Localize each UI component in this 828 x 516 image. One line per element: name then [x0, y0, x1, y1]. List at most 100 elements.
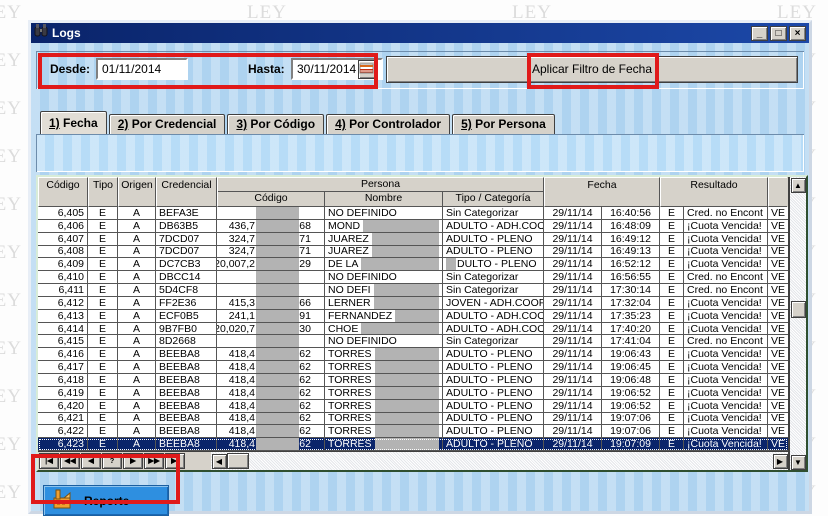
table-row[interactable]: 6,419EABEEBA8418,4462TORRESADULTO - PLEN… [38, 387, 788, 400]
redaction-box [375, 425, 439, 437]
redaction-box [256, 310, 299, 322]
table-row[interactable]: 6,411EA5D4CF8NO DEFISin Categorizar29/11… [38, 284, 788, 297]
scroll-left-button[interactable]: ◀ [212, 454, 227, 469]
cell-fecha: 29/11/14 [544, 361, 602, 373]
redaction-box [256, 374, 299, 386]
close-button[interactable]: × [789, 26, 806, 41]
maximize-button[interactable]: □ [770, 26, 787, 41]
cell-tipo-categoria: ADULTO - PLENO [443, 348, 544, 360]
grid-rows: 6,405EABEFA3ENO DEFINIDOSin Categorizar2… [38, 207, 788, 451]
horizontal-scrollbar[interactable]: ◀ ▶ [211, 452, 788, 470]
table-row[interactable]: 6,410EADBCC14NO DEFINIDOSin Categorizar2… [38, 271, 788, 284]
persona-codigo-left: 418,4 [217, 348, 255, 360]
column-header-credencial[interactable]: Credencial [156, 177, 217, 207]
cell-codigo: 6,415 [38, 335, 88, 347]
cell-nombre: JUAREZ [325, 233, 443, 245]
column-header-tipo[interactable]: Tipo [88, 177, 118, 207]
tab-3[interactable]: 3) Por Código [227, 114, 324, 134]
column-group-persona[interactable]: Persona Código Nombre Tipo / Categoría [217, 177, 544, 207]
tab-1[interactable]: 1) Fecha [40, 111, 107, 134]
column-header-codigo[interactable]: Código [38, 177, 88, 207]
cell-tipo: E [88, 374, 118, 386]
categoria-text: ADULTO - PLENO [446, 387, 533, 399]
cell-hora: 17:32:04 [602, 297, 660, 309]
vertical-scrollbar[interactable]: ▲ ▼ [789, 177, 806, 470]
table-row[interactable]: 6,413EAECF0B5241,1191FERNANDEZADULTO - A… [38, 310, 788, 323]
cell-origen: A [118, 348, 156, 360]
cell-tipo: E [88, 413, 118, 425]
horizontal-scroll-thumb[interactable] [227, 453, 249, 469]
table-row[interactable]: 6,417EABEEBA8418,4462TORRESADULTO - PLEN… [38, 361, 788, 374]
cell-tipo-categoria: Sin Categorizar [443, 207, 544, 219]
redaction-box [361, 323, 439, 335]
watermark-text: LEY [0, 146, 22, 168]
cell-hora: 16:40:56 [602, 207, 660, 219]
table-row[interactable]: 6,416EABEEBA8418,4462TORRESADULTO - PLEN… [38, 348, 788, 361]
tab-label: 5) Por Persona [461, 117, 546, 131]
cell-stub: VE [768, 413, 787, 425]
redaction-box [361, 258, 439, 270]
scroll-down-button[interactable]: ▼ [791, 455, 806, 470]
table-row[interactable]: 6,423EABEEBA8418,4462TORRESADULTO - PLEN… [38, 438, 788, 451]
cell-tipo: E [88, 271, 118, 283]
table-row[interactable]: 6,407EA7DCD07324,7771JUAREZADULTO - PLEN… [38, 233, 788, 246]
table-row[interactable]: 6,422EABEEBA8418,4462TORRESADULTO - PLEN… [38, 425, 788, 438]
cell-tipo: E [88, 207, 118, 219]
cell-resultado-letra: E [660, 335, 684, 347]
nombre-text: TORRES [328, 387, 372, 399]
column-header-persona-codigo[interactable]: Código [218, 192, 325, 206]
column-header-resultado[interactable]: Resultado [660, 177, 768, 207]
redaction-box [256, 271, 299, 283]
cell-codigo: 6,417 [38, 361, 88, 373]
cell-origen: A [118, 387, 156, 399]
cell-tipo-categoria: ADULTO - PLENO [443, 425, 544, 437]
column-header-origen[interactable]: Origen [118, 177, 156, 207]
table-row[interactable]: 6,414EA9B7FB020,020,7030CHOEADULTO - ADH… [38, 323, 788, 336]
scroll-up-button[interactable]: ▲ [791, 178, 806, 193]
cell-hora: 19:06:48 [602, 374, 660, 386]
nombre-text: TORRES [328, 425, 372, 437]
cell-credencial: BEEBA8 [156, 425, 217, 437]
cell-tipo: E [88, 310, 118, 322]
categoria-text: Sin Categorizar [446, 335, 518, 347]
cell-persona-codigo: 418,4462 [217, 413, 325, 425]
watermark-text: LEY [0, 2, 22, 24]
cell-origen: A [118, 284, 156, 296]
table-row[interactable]: 6,409EADC7CB320,007,2029DE LADULTO - PLE… [38, 258, 788, 271]
nombre-text: NO DEFI [328, 284, 371, 296]
cell-fecha: 29/11/14 [544, 323, 602, 335]
cell-fecha: 29/11/14 [544, 400, 602, 412]
tab-2[interactable]: 2) Por Credencial [109, 114, 226, 134]
nombre-text: JUAREZ [328, 233, 369, 245]
minimize-button[interactable]: _ [751, 26, 768, 41]
tab-5[interactable]: 5) Por Persona [452, 114, 555, 134]
table-row[interactable]: 6,418EABEEBA8418,4462TORRESADULTO - PLEN… [38, 374, 788, 387]
table-row[interactable]: 6,406EADB63B5436,7768MONDADULTO - ADH.CO… [38, 220, 788, 233]
table-row[interactable]: 6,420EABEEBA8418,4462TORRESADULTO - PLEN… [38, 400, 788, 413]
table-row[interactable]: 6,421EABEEBA8418,4462TORRESADULTO - PLEN… [38, 413, 788, 426]
cell-origen: A [118, 258, 156, 270]
nombre-text: TORRES [328, 438, 372, 450]
table-row[interactable]: 6,405EABEFA3ENO DEFINIDOSin Categorizar2… [38, 207, 788, 220]
redaction-box [372, 246, 439, 258]
cell-origen: A [118, 297, 156, 309]
table-row[interactable]: 6,412EAFF2E36415,3366LERNERJOVEN - ADH.C… [38, 297, 788, 310]
table-row[interactable]: 6,408EA7DCD07324,7771JUAREZADULTO - PLEN… [38, 246, 788, 259]
cell-origen: A [118, 335, 156, 347]
cell-origen: A [118, 246, 156, 258]
column-header-tipo-categoria[interactable]: Tipo / Categoría [443, 192, 543, 206]
table-row[interactable]: 6,415EA8D2668NO DEFINIDOSin Categorizar2… [38, 335, 788, 348]
watermark-text: LEY [0, 386, 22, 408]
cell-nombre: TORRES [325, 400, 443, 412]
categoria-text: ADULTO - PLENO [446, 400, 533, 412]
cell-credencial: BEEBA8 [156, 361, 217, 373]
column-header-nombre[interactable]: Nombre [325, 192, 443, 206]
cell-persona-codigo: 20,007,2029 [217, 258, 325, 270]
vertical-scroll-thumb[interactable] [791, 301, 806, 318]
cell-resultado: Cred. no Encont [684, 284, 768, 296]
cell-resultado: ¡Cuota Vencida! [684, 233, 768, 245]
cell-tipo: E [88, 361, 118, 373]
scroll-right-button[interactable]: ▶ [773, 454, 788, 469]
tab-4[interactable]: 4) Por Controlador [326, 114, 450, 134]
column-header-fecha[interactable]: Fecha [544, 177, 660, 207]
